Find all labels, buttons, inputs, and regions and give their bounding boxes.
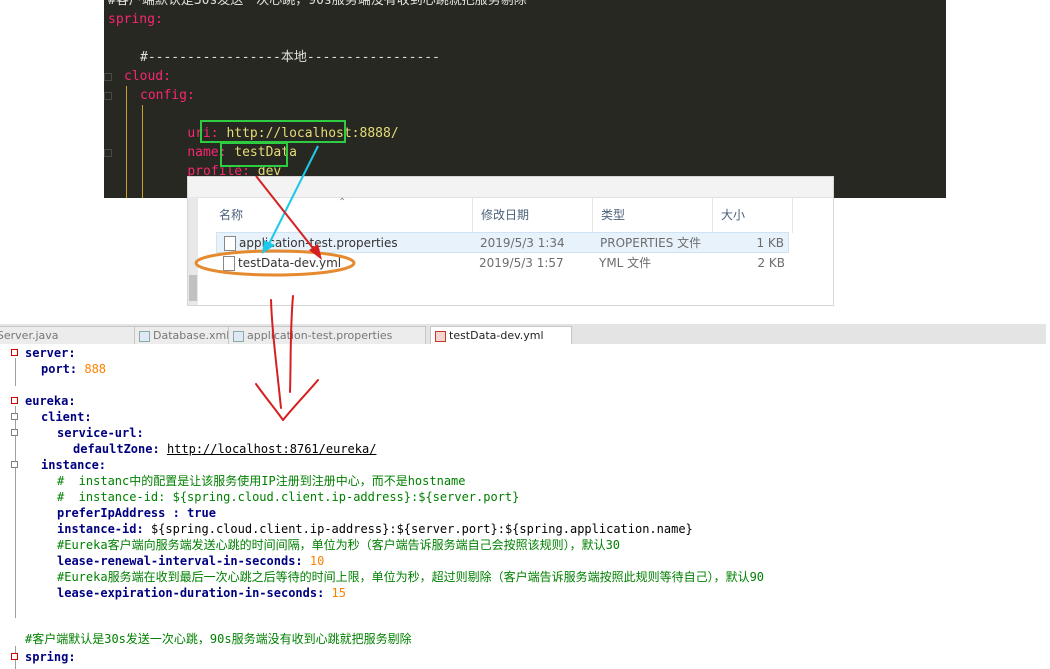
renewal-key: lease-renewal-interval-in-seconds: [57,554,303,568]
spring-key: spring: [25,650,76,664]
fold-toggle-icon[interactable] [11,653,18,660]
spring-key: spring: [108,12,163,27]
file-type: PROPERTIES 文件 [600,236,702,250]
instance-id-line: instance-id: ${spring.cloud.client.ip-ad… [57,521,693,537]
eureka-key: eureka: [25,394,76,408]
fold-marker[interactable] [104,92,112,100]
file-size: 1 KB [756,236,784,250]
expiration-key: lease-expiration-duration-in-seconds: [57,586,325,600]
file-modified: 2019/5/3 1:34 [480,236,565,250]
tab-label: Database.xml [153,329,230,342]
file-modified: 2019/5/3 1:57 [479,256,564,270]
footer-comment: #客户端默认是30s发送一次心跳，90s服务端没有收到心跳就把服务剔除 [25,632,412,646]
file-name: application-test.properties [239,236,398,250]
tab-application-test[interactable]: application-test.properties [228,326,426,344]
file-row[interactable]: testData-dev.yml 2019/5/3 1:57 YML 文件 2 … [216,253,789,274]
default-zone-url[interactable]: http://localhost:8761/eureka/ [167,442,377,456]
file-icon [223,256,235,271]
port-line: port: 888 [41,361,106,377]
cloud-key: cloud: [124,69,171,84]
column-header-modified[interactable]: 修改日期 [473,197,593,233]
default-zone-line: defaultZone: http://localhost:8761/eurek… [73,441,376,457]
default-zone-key: defaultZone: [73,442,160,456]
local-comment: #-----------------本地----------------- [140,50,440,65]
sort-arrow-icon: ⌃ [338,197,347,208]
client-key: client: [41,410,92,424]
comment-instanc: # instanc中的配置是让该服务使用IP注册到注册中心，而不是hostnam… [57,474,466,488]
tab-eurekaserver[interactable]: EurekaServer.java [0,326,146,344]
indent-guide [126,86,127,198]
tab-label: application-test.properties [247,329,393,342]
header-comment: #客户端默认是30s发送一次心跳，90s服务端没有收到心跳就把服务剔除 [108,0,527,8]
file-row[interactable]: application-test.properties 2019/5/3 1:3… [216,232,789,253]
fold-toggle-icon[interactable] [11,429,18,436]
fold-marker[interactable] [104,149,112,157]
explorer-scrollbar[interactable] [188,197,198,305]
port-key: port: [41,362,78,376]
file-tab-icon [233,331,244,342]
tab-label: EurekaServer.java [0,329,59,342]
comment-instance-id: # instance-id: ${spring.cloud.client.ip-… [57,490,520,504]
comment-renewal: #Eureka客户端向服务端发送心跳的时间间隔，单位为秒（客户端告诉服务端自己会… [57,538,621,552]
service-url-key: service-url: [57,426,144,440]
tab-label: testData-dev.yml [449,329,544,342]
editor-tab-bar: EurekaServer.java Database.xml applicati… [0,324,1046,345]
file-tab-icon [139,331,150,342]
file-tab-icon [435,331,446,342]
file-size: 2 KB [757,256,785,270]
prefer-ip-value: true [187,506,216,520]
column-header-size[interactable]: 大小 [713,197,793,233]
fold-toggle-icon[interactable] [11,397,18,404]
expiration-line: lease-expiration-duration-in-seconds: 15 [57,585,346,601]
file-name: testData-dev.yml [238,256,342,270]
name-line: name: testData [156,124,297,160]
profile-line: profile: dev [156,143,281,179]
instance-key: instance: [41,458,107,472]
tab-database[interactable]: Database.xml [134,326,230,344]
config-key: config: [140,88,195,103]
file-explorer: 名称 ⌃ 修改日期 类型 大小 application-test.propert… [187,176,834,306]
renewal-value: 10 [309,554,325,568]
fold-toggle-icon[interactable] [11,461,18,468]
port-value: 888 [84,362,107,376]
file-type: YML 文件 [599,256,652,270]
expiration-value: 15 [331,586,346,600]
prefer-ip-key: preferIpAddress : [57,506,180,520]
fold-guide [15,358,16,386]
fold-toggle-icon[interactable] [11,349,18,356]
fold-toggle-icon[interactable] [11,413,18,420]
column-header-type[interactable]: 类型 [593,197,713,233]
server-key: server: [25,346,76,360]
top-code-editor[interactable]: #客户端默认是30s发送一次心跳，90s服务端没有收到心跳就把服务剔除 spri… [104,0,946,198]
fold-guide [15,406,16,618]
explorer-toolbar [188,177,833,198]
instance-id-key: instance-id: [57,522,144,536]
prefer-ip-line: preferIpAddress : true [57,505,216,521]
bottom-code-editor[interactable]: server: port: 888 eureka: client: servic… [0,344,1046,669]
instance-id-value: ${spring.cloud.client.ip-address}:${serv… [150,522,693,536]
tab-testdata-dev[interactable]: testData-dev.yml [430,326,572,344]
uri-line: uri: http://localhost:8888/ [156,105,398,141]
comment-expiration: #Eureka服务端在收到最后一次心跳之后等待的时间上限，单位为秒，超过则剔除（… [57,570,765,584]
fold-marker[interactable] [104,73,112,81]
file-icon [224,236,236,251]
renewal-line: lease-renewal-interval-in-seconds: 10 [57,553,324,569]
scrollbar-thumb[interactable] [189,275,197,301]
indent-guide [142,105,143,198]
